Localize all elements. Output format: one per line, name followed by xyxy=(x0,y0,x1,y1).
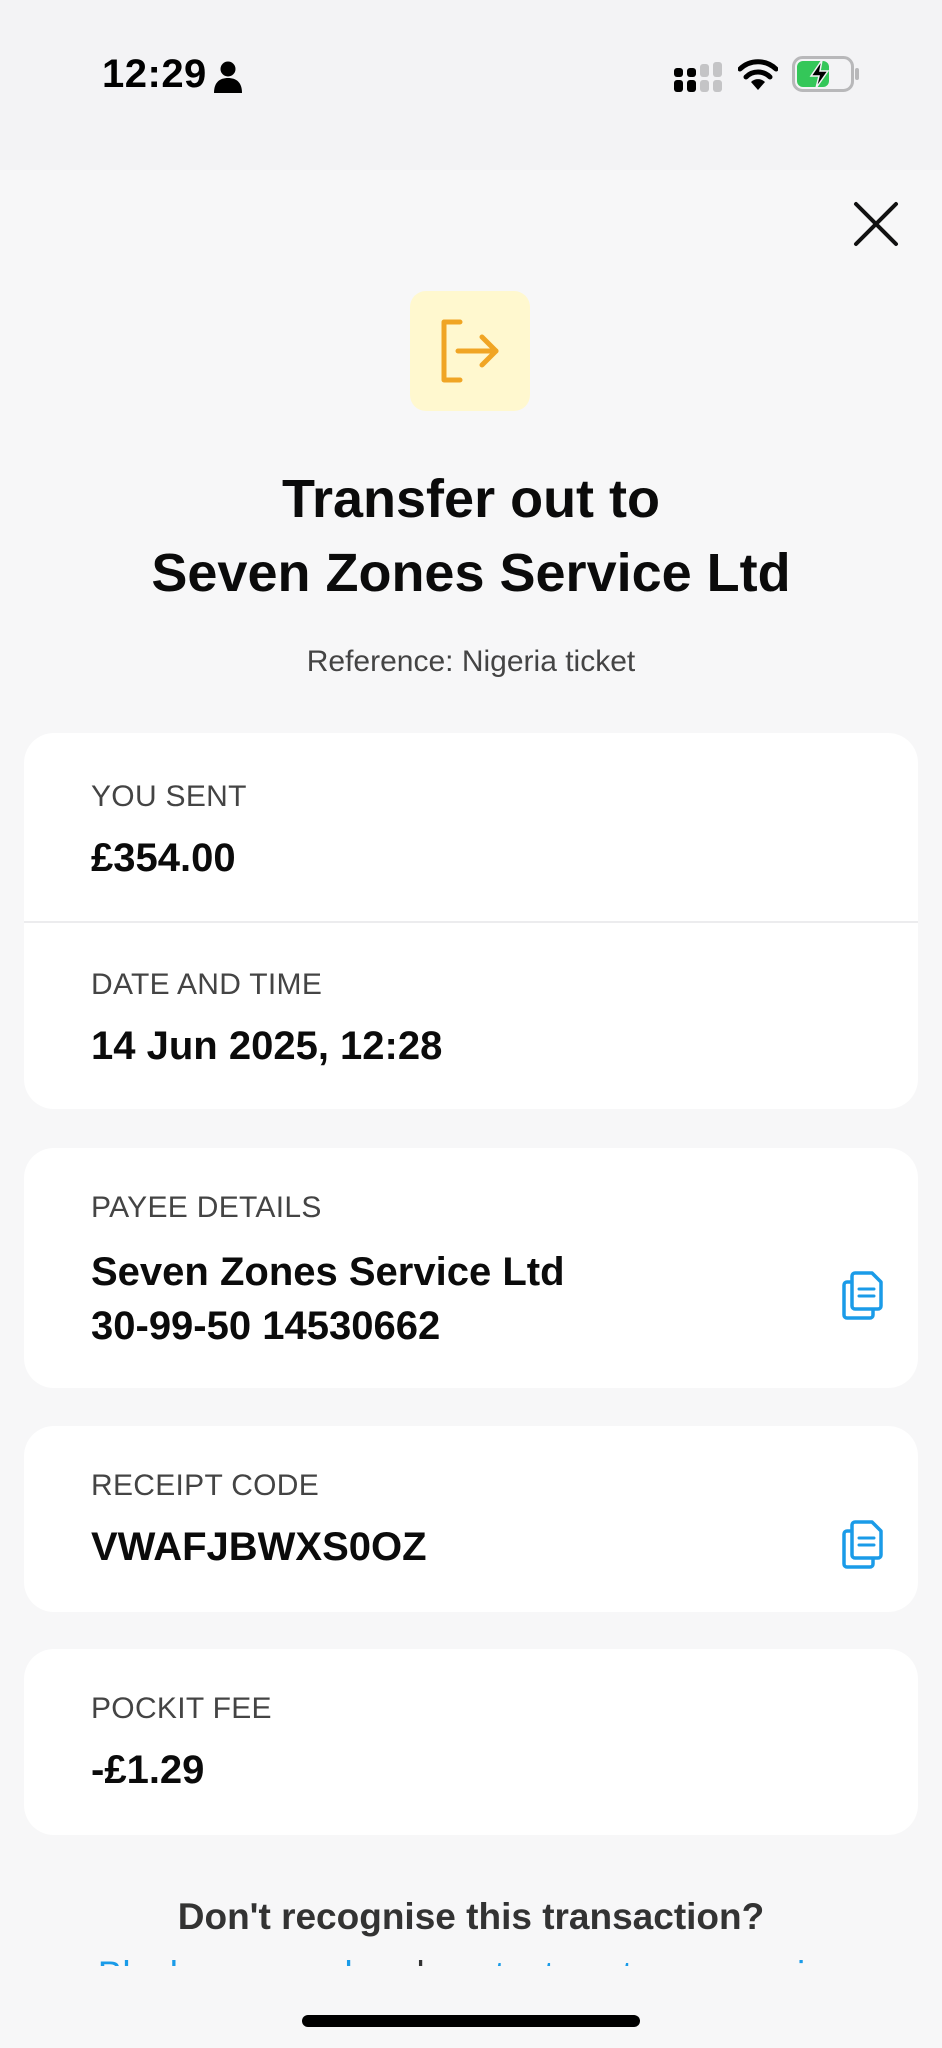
dispute-question: Don't recognise this transaction? xyxy=(177,1896,765,1937)
copy-icon[interactable] xyxy=(841,1518,885,1570)
you-sent-label: YOU SENT xyxy=(91,780,247,813)
status-bar: 12:29 xyxy=(0,0,942,170)
fee-label: POCKIT FEE xyxy=(91,1692,272,1725)
title-line-1: Transfer out to xyxy=(281,469,661,529)
payee-account: 30-99-50 14530662 xyxy=(91,1304,441,1348)
battery-charging-icon xyxy=(792,56,859,92)
fee-value: -£1.29 xyxy=(91,1748,205,1792)
receipt-code: VWAFJBWXS0OZ xyxy=(91,1525,427,1569)
close-icon[interactable] xyxy=(848,196,904,252)
you-sent-value: £354.00 xyxy=(91,836,236,880)
date-time-value: 14 Jun 2025, 12:28 xyxy=(91,1024,443,1068)
date-time-row: DATE AND TIME 14 Jun 2025, 12:28 xyxy=(24,923,918,1109)
payee-card: PAYEE DETAILS Seven Zones Service Ltd 30… xyxy=(24,1148,918,1388)
payee-label: PAYEE DETAILS xyxy=(91,1191,322,1224)
copy-icon[interactable] xyxy=(841,1269,885,1321)
page-title: Transfer out to Seven Zones Service Ltd xyxy=(0,462,942,610)
transfer-out-icon xyxy=(441,319,499,383)
transfer-badge xyxy=(410,291,530,411)
person-icon xyxy=(214,61,242,93)
amount-card: YOU SENT £354.00 DATE AND TIME 14 Jun 20… xyxy=(24,733,918,1109)
reference-text: Reference: Nigeria ticket xyxy=(306,645,636,678)
status-time: 12:29 xyxy=(102,52,207,96)
title-line-2: Seven Zones Service Ltd xyxy=(151,543,791,603)
receipt-label: RECEIPT CODE xyxy=(91,1469,320,1502)
fee-card: POCKIT FEE -£1.29 xyxy=(24,1649,918,1835)
cellular-signal-icon xyxy=(674,62,722,92)
home-indicator[interactable] xyxy=(302,2015,640,2027)
wifi-icon xyxy=(738,59,778,90)
date-time-label: DATE AND TIME xyxy=(91,968,323,1001)
payee-name: Seven Zones Service Ltd xyxy=(91,1250,565,1294)
home-bar-area xyxy=(0,1966,942,2048)
you-sent-row: YOU SENT £354.00 xyxy=(24,733,918,921)
receipt-card: RECEIPT CODE VWAFJBWXS0OZ xyxy=(24,1426,918,1612)
